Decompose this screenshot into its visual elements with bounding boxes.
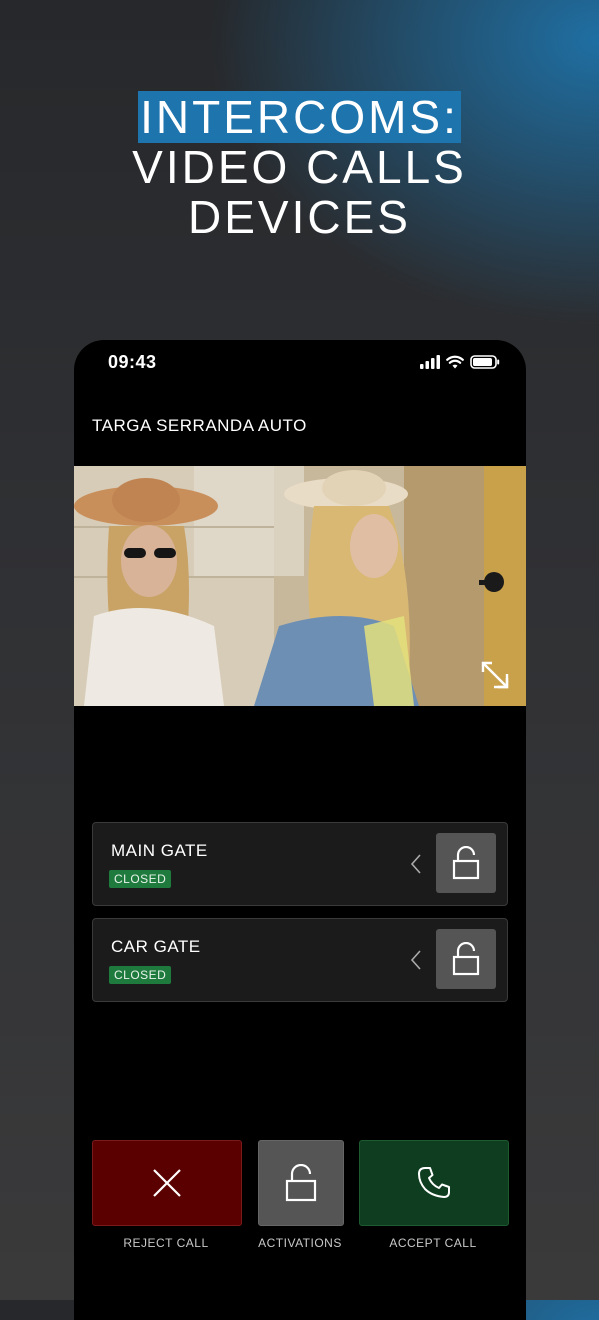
status-bar: 09:43 xyxy=(74,352,526,376)
unlocked-padlock-icon xyxy=(452,846,480,880)
video-feed[interactable] xyxy=(74,466,526,706)
gate-title: MAIN GATE xyxy=(111,841,208,860)
video-frame-image xyxy=(74,466,526,706)
unlocked-padlock-icon xyxy=(285,1164,317,1202)
gate-title: CAR GATE xyxy=(111,937,201,956)
hero-line-2: VIDEO CALLS xyxy=(132,141,467,193)
chevron-left-icon[interactable] xyxy=(409,949,423,971)
unlocked-padlock-icon xyxy=(452,942,480,976)
battery-icon xyxy=(470,355,500,369)
unlock-button[interactable] xyxy=(436,929,496,989)
status-badge: CLOSED xyxy=(109,870,172,888)
chevron-left-icon[interactable] xyxy=(409,853,423,875)
status-badge: CLOSED xyxy=(109,966,172,984)
close-icon xyxy=(153,1169,181,1197)
reject-call-label: REJECT CALL xyxy=(123,1236,209,1250)
hero-heading: INTERCOMS: VIDEO CALLS DEVICES xyxy=(0,91,599,243)
accept-call-label: ACCEPT CALL xyxy=(389,1236,477,1250)
signal-icon xyxy=(420,355,440,369)
activations-button[interactable] xyxy=(258,1140,344,1226)
device-name: TARGA SERRANDA AUTO xyxy=(92,416,307,435)
gate-card-car: CAR GATE CLOSED xyxy=(92,918,508,1002)
accept-call-button[interactable] xyxy=(359,1140,509,1226)
phone-screen: 09:43 TARGA SERRANDA AUTO MAIN GATE CLOS… xyxy=(74,340,526,1320)
status-time: 09:43 xyxy=(108,352,157,372)
hero-line-3: DEVICES xyxy=(188,191,411,243)
phone-icon xyxy=(418,1167,450,1198)
wifi-icon xyxy=(446,355,464,369)
expand-icon[interactable] xyxy=(480,660,510,690)
activations-label: ACTIVATIONS xyxy=(258,1236,342,1250)
reject-call-button[interactable] xyxy=(92,1140,242,1226)
gate-card-main: MAIN GATE CLOSED xyxy=(92,822,508,906)
unlock-button[interactable] xyxy=(436,833,496,893)
hero-line-1: INTERCOMS: xyxy=(138,91,461,143)
